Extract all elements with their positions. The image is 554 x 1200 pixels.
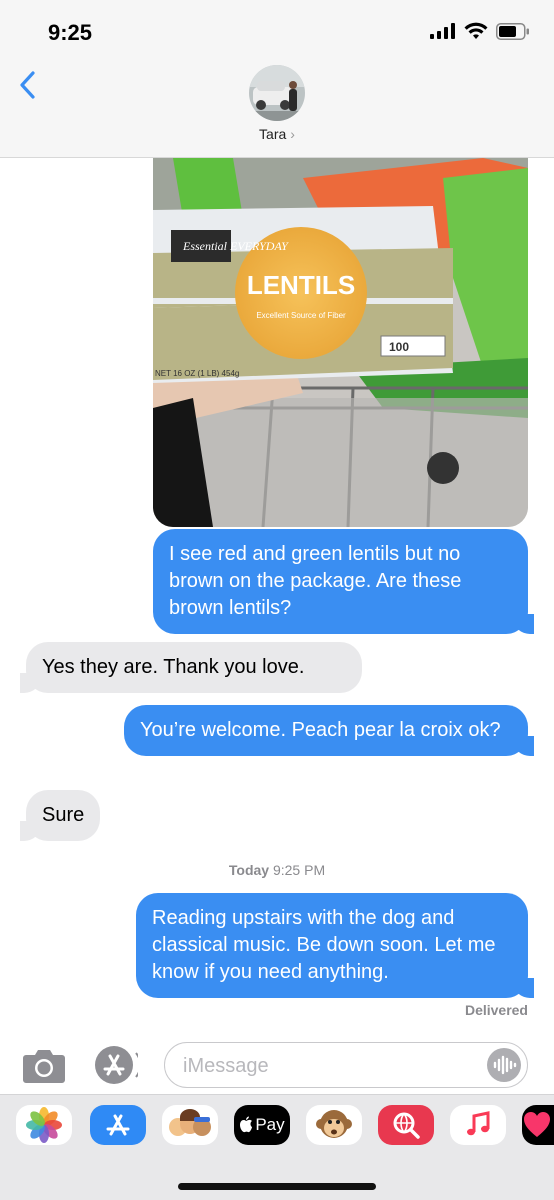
cellular-signal-icon	[430, 23, 455, 39]
lentils-photo: Essential EVERYDAY LENTILS Excellent Sou…	[153, 158, 528, 527]
timestamp-day: Today	[228, 862, 270, 878]
apple-pay-app[interactable]: Pay	[234, 1105, 290, 1145]
message-row: Reading upstairs with the dog and classi…	[136, 893, 534, 998]
camera-button[interactable]	[22, 1046, 66, 1084]
memoji-icon	[169, 1109, 211, 1136]
package-weight: NET 16 OZ (1 LB) 454g	[155, 369, 239, 378]
photo-message[interactable]: Essential EVERYDAY LENTILS Excellent Sou…	[153, 158, 528, 527]
animoji-app[interactable]	[306, 1105, 362, 1145]
status-icons	[430, 22, 530, 40]
outgoing-message-bubble[interactable]: You’re welcome. Peach pear la croix ok?	[124, 705, 534, 756]
package-brand: Essential EVERYDAY	[182, 239, 289, 253]
message-row: You’re welcome. Peach pear la croix ok?	[124, 705, 534, 756]
contact-avatar[interactable]	[249, 65, 305, 121]
outgoing-message-bubble[interactable]: I see red and green lentils but no brown…	[153, 529, 534, 634]
chevron-right-icon: ›	[290, 126, 295, 142]
app-store-app[interactable]	[90, 1105, 146, 1145]
app-store-icon	[95, 1046, 142, 1084]
incoming-message-bubble[interactable]: Yes they are. Thank you love.	[20, 642, 362, 693]
package-calories: 100	[389, 340, 409, 354]
incoming-message-bubble[interactable]: Sure	[19, 790, 101, 841]
imessage-input-container[interactable]	[164, 1042, 528, 1088]
message-text: Yes they are. Thank you love.	[42, 656, 305, 678]
music-icon	[467, 1111, 490, 1136]
status-bar: 9:25	[0, 0, 554, 62]
conversation-header: Tara ›	[0, 62, 554, 158]
web-search-app[interactable]	[378, 1105, 434, 1145]
apple-pay-label: Pay	[255, 1115, 285, 1134]
delivery-status: Delivered	[464, 1002, 528, 1018]
timestamp-time: 9:25 PM	[272, 862, 326, 878]
package-claim: Excellent Source of Fiber	[256, 311, 346, 320]
contact-name: Tara	[259, 126, 287, 142]
message-text: I see red and green lentils but no brown…	[169, 543, 462, 619]
app-store-button[interactable]	[94, 1045, 142, 1085]
back-button[interactable]	[14, 70, 44, 100]
photos-icon	[26, 1107, 62, 1143]
message-text: You’re welcome. Peach pear la croix ok?	[140, 719, 501, 741]
message-text: Sure	[42, 804, 85, 826]
message-row: Yes they are. Thank you love.	[20, 642, 362, 693]
audio-message-button[interactable]	[487, 1048, 521, 1082]
digital-touch-icon	[524, 1112, 550, 1137]
apple-pay-icon	[240, 1116, 253, 1133]
outgoing-message-bubble[interactable]: Reading upstairs with the dog and classi…	[136, 893, 534, 998]
digital-touch-app[interactable]	[522, 1105, 554, 1145]
message-row: I see red and green lentils but no brown…	[153, 529, 534, 634]
status-time: 9:25	[48, 20, 93, 45]
imessage-input[interactable]	[183, 1051, 483, 1081]
battery-icon	[496, 22, 529, 40]
conversation-timestamp: Today 9:25 PM	[0, 862, 554, 878]
package-title: LENTILS	[247, 270, 355, 300]
avatar-photo	[249, 65, 305, 121]
contact-name-button[interactable]: Tara ›	[0, 126, 554, 142]
waveform-icon	[493, 1055, 517, 1075]
music-app[interactable]	[450, 1105, 506, 1145]
app-store-icon	[106, 1114, 130, 1136]
home-indicator[interactable]	[178, 1183, 376, 1190]
wifi-icon	[464, 22, 488, 39]
web-search-icon	[393, 1112, 420, 1139]
photos-app[interactable]	[16, 1105, 72, 1145]
animoji-monkey-icon	[316, 1110, 352, 1138]
message-text: Reading upstairs with the dog and classi…	[152, 907, 496, 983]
message-row: Sure	[19, 790, 101, 841]
memoji-app[interactable]	[162, 1105, 218, 1145]
